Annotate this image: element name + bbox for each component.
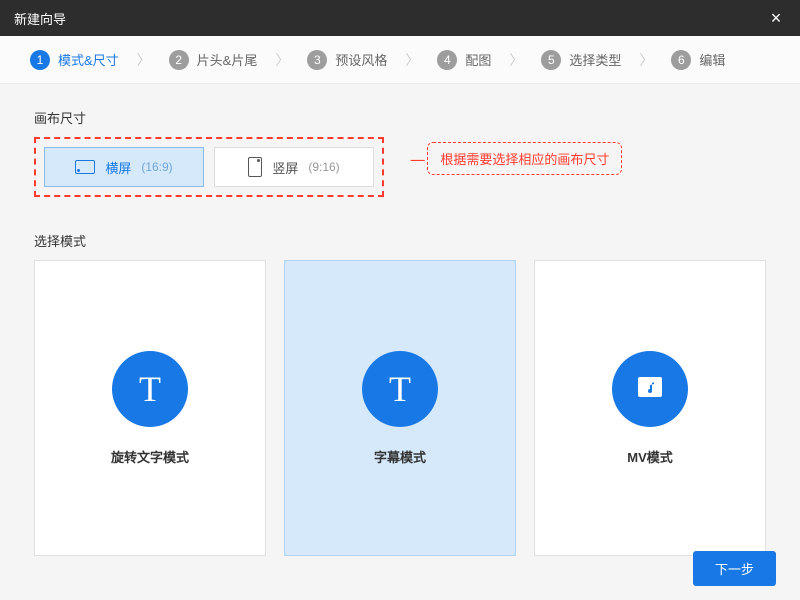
step-preset-style[interactable]: 3 预设风格 [307, 50, 387, 70]
window-title: 新建向导 [14, 9, 66, 28]
step-number: 4 [437, 50, 457, 70]
text-icon: T [362, 351, 438, 427]
annotation-text: 根据需要选择相应的画布尺寸 [427, 142, 622, 175]
mode-cards: T 旋转文字模式 T 字幕模式 MV模式 [34, 260, 766, 556]
step-intro-outro[interactable]: 2 片头&片尾 [169, 50, 258, 70]
mode-label: 选择模式 [34, 231, 766, 250]
step-edit[interactable]: 6 编辑 [671, 50, 725, 70]
step-select-type[interactable]: 5 选择类型 [541, 50, 621, 70]
step-number: 5 [541, 50, 561, 70]
annotation-line: ----- [410, 151, 423, 167]
mode-card-label: MV模式 [627, 447, 673, 466]
canvas-landscape-option[interactable]: 横屏 (16:9) [44, 147, 204, 187]
chevron-right-icon: 〉 [639, 50, 653, 70]
text-icon: T [112, 351, 188, 427]
step-number: 6 [671, 50, 691, 70]
landscape-icon [75, 160, 95, 174]
chevron-right-icon: 〉 [405, 50, 419, 70]
portrait-icon [248, 157, 262, 177]
mode-card-subtitle[interactable]: T 字幕模式 [284, 260, 516, 556]
step-mode-size[interactable]: 1 模式&尺寸 [30, 50, 119, 70]
mode-card-mv[interactable]: MV模式 [534, 260, 766, 556]
highlight-box: 横屏 (16:9) 竖屏 (9:16) [34, 137, 384, 197]
step-number: 3 [307, 50, 327, 70]
footer: 下一步 [693, 551, 776, 586]
annotation-callout: ----- 根据需要选择相应的画布尺寸 [410, 142, 622, 175]
step-label: 选择类型 [569, 50, 621, 69]
step-label: 片头&片尾 [197, 50, 258, 69]
option-ratio: (9:16) [308, 160, 339, 174]
mode-card-rotate-text[interactable]: T 旋转文字模式 [34, 260, 266, 556]
chevron-right-icon: 〉 [137, 50, 151, 70]
step-label: 配图 [465, 50, 491, 69]
canvas-size-label: 画布尺寸 [34, 108, 766, 127]
mode-section: 选择模式 T 旋转文字模式 T 字幕模式 MV模式 [34, 231, 766, 556]
wizard-steps: 1 模式&尺寸 〉 2 片头&片尾 〉 3 预设风格 〉 4 配图 〉 5 选择… [0, 36, 800, 84]
chevron-right-icon: 〉 [275, 50, 289, 70]
step-images[interactable]: 4 配图 [437, 50, 491, 70]
chevron-right-icon: 〉 [509, 50, 523, 70]
option-name: 竖屏 [272, 158, 298, 177]
step-number: 2 [169, 50, 189, 70]
step-label: 模式&尺寸 [58, 50, 119, 69]
mode-card-label: 字幕模式 [374, 447, 426, 466]
step-number: 1 [30, 50, 50, 70]
title-bar: 新建向导 × [0, 0, 800, 36]
canvas-portrait-option[interactable]: 竖屏 (9:16) [214, 147, 374, 187]
option-ratio: (16:9) [141, 160, 172, 174]
next-button[interactable]: 下一步 [693, 551, 776, 586]
step-label: 编辑 [699, 50, 725, 69]
main-content: 画布尺寸 横屏 (16:9) 竖屏 (9:16) ----- 根据需要选择相应的… [0, 84, 800, 580]
music-video-icon [612, 351, 688, 427]
option-name: 横屏 [105, 158, 131, 177]
close-icon[interactable]: × [766, 8, 786, 29]
step-label: 预设风格 [335, 50, 387, 69]
mode-card-label: 旋转文字模式 [111, 447, 189, 466]
